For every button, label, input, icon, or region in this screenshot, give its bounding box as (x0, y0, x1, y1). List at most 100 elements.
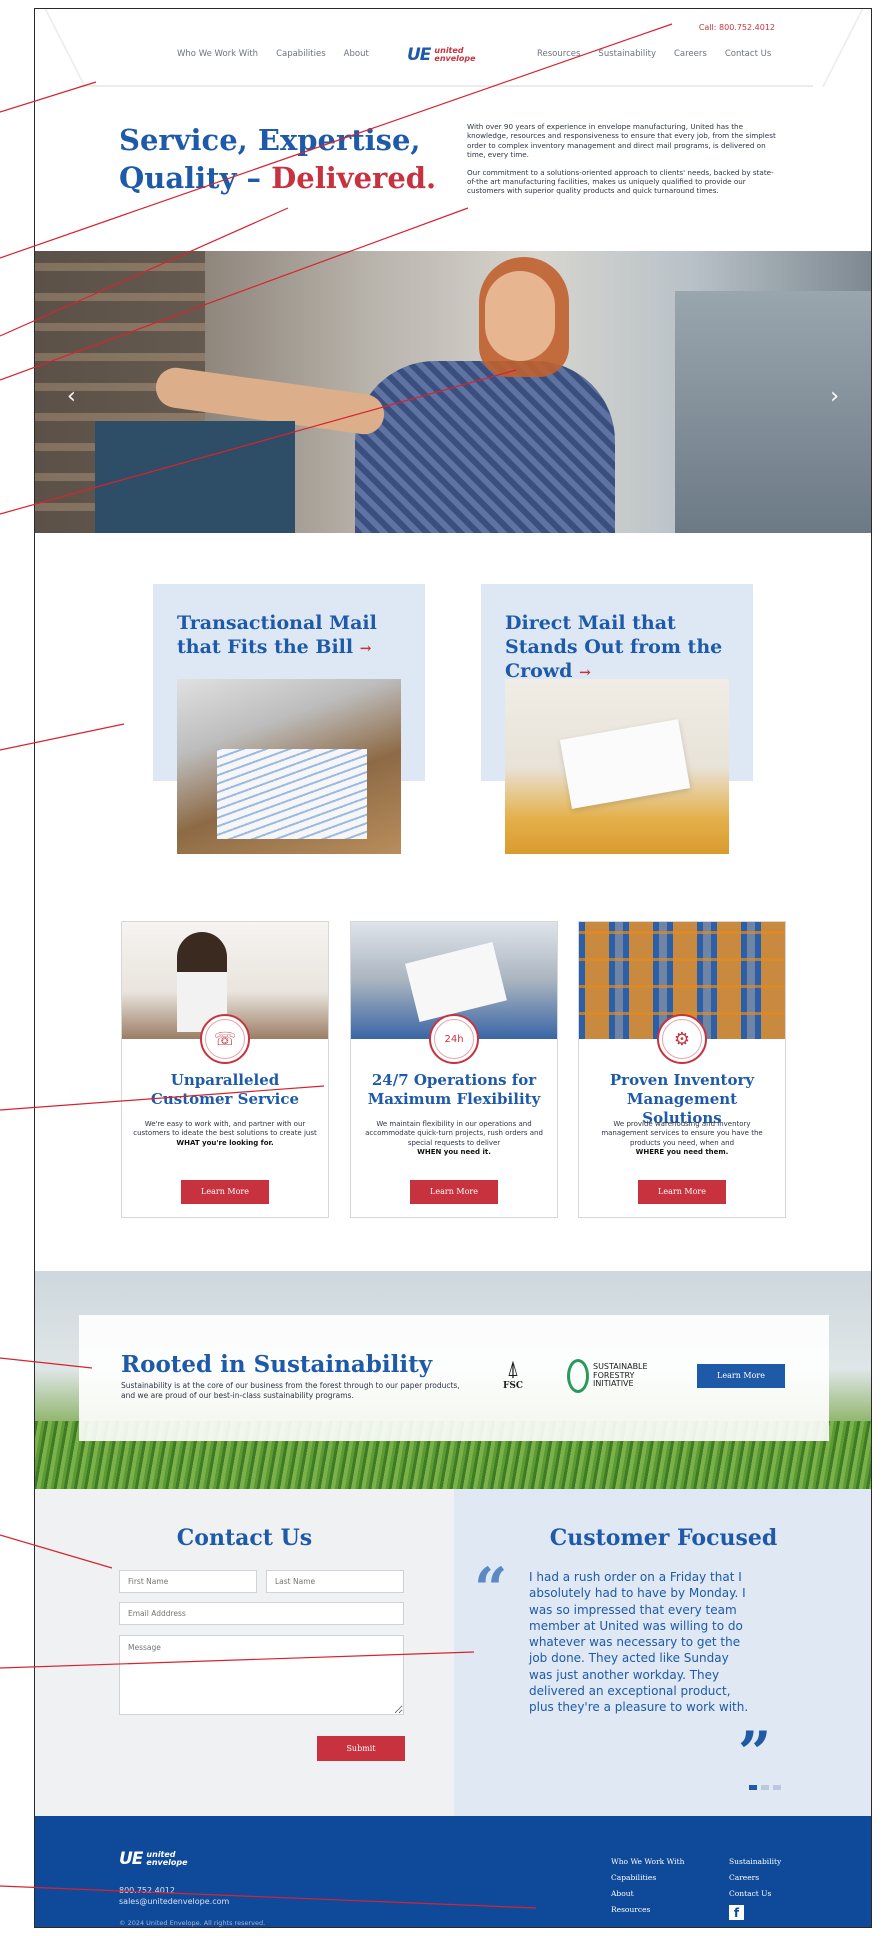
primary-nav-left: Who We Work With Capabilities About (177, 49, 369, 59)
learn-more-button[interactable]: Learn More (410, 1180, 498, 1204)
hero-title-delivered: Delivered. (271, 161, 437, 195)
footer-logo-envelope: envelope (146, 1858, 188, 1867)
service-card-inventory: ⚙ Proven Inventory Management Solutions … (578, 921, 786, 1218)
feature-card-direct-mail[interactable]: Direct Mail that Stands Out from the Cro… (481, 584, 753, 854)
testimonial-title: Customer Focused (549, 1525, 778, 1551)
sfi-leaf-icon (567, 1359, 589, 1393)
sustainability-panel: Rooted in Sustainability Sustainability … (79, 1315, 829, 1441)
service-desc-text: We're easy to work with, and partner wit… (133, 1120, 317, 1138)
hero-intro: With over 90 years of experience in enve… (467, 122, 777, 196)
sustainability-learn-more-button[interactable]: Learn More (697, 1364, 785, 1388)
primary-nav-right: Resources Sustainability Careers Contact… (537, 49, 771, 59)
opening-mail-photo (505, 679, 729, 854)
carousel-next-icon[interactable]: › (830, 384, 839, 409)
nav-careers[interactable]: Careers (674, 49, 707, 59)
footer-nav-col-2: Sustainability Careers Contact Us f (729, 1857, 781, 1920)
feature-title-text: Direct Mail that Stands Out from the Cro… (505, 612, 723, 682)
arrow-right-icon: → (359, 641, 372, 657)
submit-button[interactable]: Submit (317, 1736, 405, 1761)
nav-sustainability[interactable]: Sustainability (598, 49, 656, 59)
testimonial-pagination (749, 1785, 781, 1790)
service-card-customer-service: ☏ Unparalleled Customer Service We're ea… (121, 921, 329, 1218)
page-frame: Call: 800.752.4012 Who We Work With Capa… (34, 8, 872, 1928)
nav-contact-us[interactable]: Contact Us (725, 49, 771, 59)
feature-card-transactional-mail[interactable]: Transactional Mail that Fits the Bill → (153, 584, 425, 854)
fsc-logo: ⍋ FSC (503, 1357, 524, 1392)
sustainability-copy: Sustainability is at the core of our bus… (121, 1381, 460, 1400)
open-quote-icon: “ (474, 1555, 508, 1623)
call-link[interactable]: Call: 800.752.4012 (699, 23, 775, 32)
sfi-line-3: INITIATIVE (593, 1379, 634, 1389)
service-desc-text: We provide warehousing and inventory man… (601, 1120, 763, 1147)
nav-resources[interactable]: Resources (537, 49, 580, 59)
service-description: We're easy to work with, and partner wit… (132, 1120, 318, 1148)
footer-nav-col-1: Who We Work With Capabilities About Reso… (611, 1857, 684, 1914)
footer-link-contact-us[interactable]: Contact Us (729, 1889, 781, 1898)
hero-title-line1: Service, Expertise, (119, 123, 421, 157)
testimonial-quote: I had a rush order on a Friday that I ab… (529, 1570, 749, 1715)
last-name-field[interactable] (266, 1570, 404, 1593)
nav-about[interactable]: About (344, 49, 369, 59)
footer-link-capabilities[interactable]: Capabilities (611, 1873, 684, 1882)
nav-who-we-work-with[interactable]: Who We Work With (177, 49, 258, 59)
first-name-field[interactable] (119, 1570, 257, 1593)
logo-word-envelope: envelope (434, 54, 476, 63)
fsc-label: FSC (503, 1381, 524, 1391)
footer-logo-wordmark: united envelope (146, 1851, 187, 1867)
footer-phone[interactable]: 800.752.4012 (119, 1886, 175, 1895)
facebook-icon[interactable]: f (729, 1905, 744, 1920)
site-footer: UE united envelope 800.752.4012 sales@un… (35, 1816, 871, 1927)
testimonial-section: Customer Focused “ I had a rush order on… (454, 1489, 871, 1816)
pagination-dot[interactable] (773, 1785, 781, 1790)
phone-glyph: ☏ (205, 1019, 245, 1059)
sfi-logo: SUSTAINABLE FORESTRY INITIATIVE (567, 1359, 648, 1393)
message-field[interactable] (119, 1635, 404, 1715)
footer-link-who-we-work-with[interactable]: Who We Work With (611, 1857, 684, 1866)
footer-link-about[interactable]: About (611, 1889, 684, 1898)
logo-mark: UE (407, 45, 431, 65)
learn-more-button[interactable]: Learn More (181, 1180, 269, 1204)
hero-paragraph-1: With over 90 years of experience in enve… (467, 122, 776, 160)
service-title: 24/7 Operations for Maximum Flexibility (367, 1071, 541, 1108)
header-divider (79, 85, 829, 87)
clock-24h-icon: 24h (429, 1014, 479, 1064)
service-desc-emphasis: WHAT you're looking for. (176, 1138, 274, 1147)
service-card-operations: 24h 24/7 Operations for Maximum Flexibil… (350, 921, 558, 1218)
hero-paragraph-2: Our commitment to a solutions-oriented a… (467, 167, 774, 196)
gear-glyph: ⚙ (662, 1019, 702, 1059)
pagination-dot[interactable] (761, 1785, 769, 1790)
feature-title[interactable]: Direct Mail that Stands Out from the Cro… (505, 611, 735, 685)
phone-icon: ☏ (200, 1014, 250, 1064)
carousel-prev-icon[interactable]: ‹ (67, 384, 76, 409)
logo-wordmark: united envelope (434, 47, 475, 63)
gear-icon: ⚙ (657, 1014, 707, 1064)
contact-title: Contact Us (176, 1525, 313, 1551)
learn-more-button[interactable]: Learn More (638, 1180, 726, 1204)
footer-logo[interactable]: UE united envelope (119, 1849, 188, 1869)
sfi-label: SUSTAINABLE FORESTRY INITIATIVE (593, 1363, 648, 1389)
footer-email[interactable]: sales@unitedenvelope.com (119, 1897, 229, 1906)
hero-title-quality: Quality – (119, 161, 272, 195)
email-field[interactable] (119, 1602, 404, 1625)
service-description: We maintain flexibility in our operation… (361, 1120, 547, 1158)
site-logo[interactable]: UE united envelope (407, 45, 476, 65)
service-desc-emphasis: WHEN you need it. (417, 1148, 491, 1157)
service-description: We provide warehousing and inventory man… (589, 1120, 775, 1158)
footer-link-resources[interactable]: Resources (611, 1905, 684, 1914)
pagination-dot-active[interactable] (749, 1785, 757, 1790)
clock-glyph: 24h (434, 1019, 474, 1059)
footer-link-careers[interactable]: Careers (729, 1873, 781, 1882)
footer-logo-mark: UE (119, 1849, 143, 1869)
service-desc-emphasis: WHERE you need them. (635, 1148, 729, 1157)
contact-section: Contact Us Submit (35, 1489, 454, 1816)
service-title: Unparalleled Customer Service (150, 1071, 300, 1108)
fsc-tree-icon: ⍋ (506, 1357, 520, 1382)
service-desc-text: We maintain flexibility in our operation… (365, 1120, 543, 1147)
envelopes-photo (177, 679, 401, 854)
sustainability-title: Rooted in Sustainability (121, 1351, 433, 1378)
hero-carousel-image (35, 251, 871, 533)
nav-capabilities[interactable]: Capabilities (276, 49, 326, 59)
site-header: Call: 800.752.4012 Who We Work With Capa… (35, 9, 871, 87)
footer-link-sustainability[interactable]: Sustainability (729, 1857, 781, 1866)
feature-title[interactable]: Transactional Mail that Fits the Bill → (177, 611, 407, 661)
